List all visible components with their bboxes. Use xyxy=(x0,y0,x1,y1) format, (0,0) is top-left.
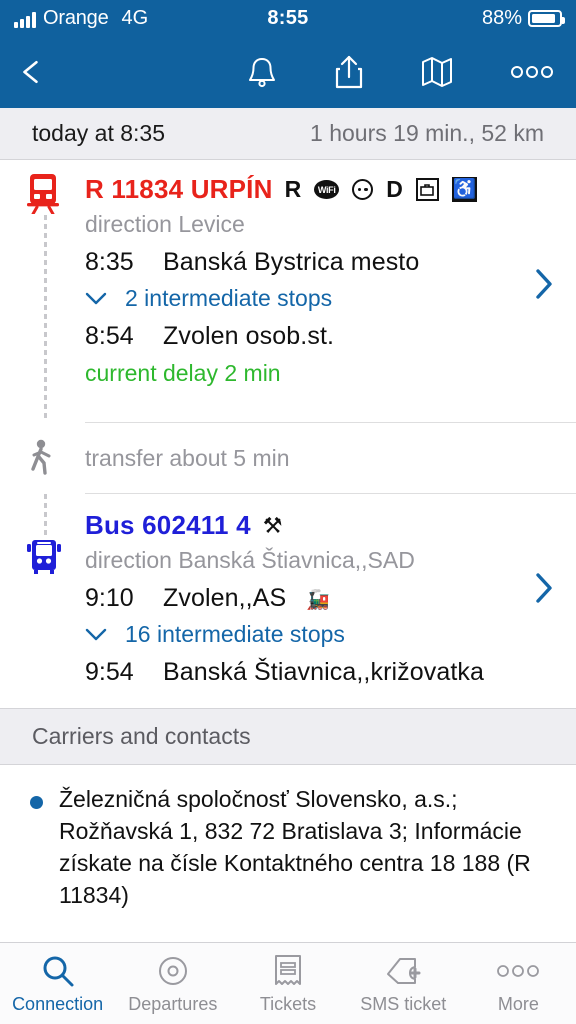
more-dots-icon xyxy=(496,953,540,989)
map-icon xyxy=(422,57,452,87)
train-departure-row: 8:35 Banská Bystrica mesto xyxy=(85,238,560,277)
chevron-down-icon xyxy=(85,628,107,641)
bus-departure-time: 9:10 xyxy=(85,584,134,612)
map-button[interactable] xyxy=(420,55,454,89)
segment-bus[interactable]: Bus 602411 4 ⚒ direction Banská Štiavnic… xyxy=(0,494,576,694)
dining-icon: D xyxy=(386,176,403,202)
status-bar: Orange 4G 8:55 88% xyxy=(0,0,576,36)
bottom-tab-bar: Connection Departures Tickets SMS ticket… xyxy=(0,942,576,1024)
search-icon xyxy=(41,953,75,989)
tab-tickets[interactable]: Tickets xyxy=(230,953,345,1015)
transfer-row: transfer about 5 min xyxy=(85,422,576,494)
share-icon xyxy=(335,55,363,89)
tab-departures[interactable]: Departures xyxy=(115,953,230,1015)
walking-icon xyxy=(24,438,58,478)
segment-train[interactable]: R 11834 URPÍN R WiFi D ♿ direction Levic… xyxy=(0,160,576,422)
train-line-header: R 11834 URPÍN R WiFi D ♿ xyxy=(85,160,560,205)
chevron-left-icon xyxy=(23,60,38,84)
train-current-delay: current delay 2 min xyxy=(85,360,281,386)
bus-intermediate-stops-label: 16 intermediate stops xyxy=(125,621,345,647)
bus-intermediate-stops-toggle[interactable]: 16 intermediate stops xyxy=(85,613,560,648)
bus-icon xyxy=(24,536,64,576)
bell-icon xyxy=(249,58,275,88)
network-type: 4G xyxy=(121,7,149,29)
tab-more[interactable]: More xyxy=(461,953,576,1015)
bus-amenities: ⚒ xyxy=(263,513,283,539)
journey-duration-distance: 1 hours 19 min., 52 km xyxy=(310,120,544,146)
train-icon xyxy=(24,172,62,214)
train-segment-disclosure-chevron[interactable] xyxy=(535,268,554,300)
tab-sms-ticket[interactable]: SMS ticket xyxy=(346,953,461,1015)
bus-line-header: Bus 602411 4 ⚒ xyxy=(85,494,560,541)
train-arrival-row: 8:54 Zvolen osob.st. xyxy=(85,312,560,351)
battery-percent: 88% xyxy=(481,6,522,29)
tab-connection-label: Connection xyxy=(12,993,104,1014)
navigation-actions xyxy=(246,54,558,90)
train-amenities: R WiFi D ♿ xyxy=(285,176,477,203)
train-departure-time: 8:35 xyxy=(85,248,134,276)
battery-icon xyxy=(528,9,565,27)
segment-transfer: transfer about 5 min xyxy=(0,422,576,494)
status-bar-right: 88% xyxy=(481,6,565,30)
more-icon xyxy=(511,66,553,78)
carrier-name: Orange xyxy=(43,7,109,29)
route-line-bus xyxy=(44,494,47,538)
journey-departure-label: today at 8:35 xyxy=(32,120,165,146)
carriers-section-header: Carriers and contacts xyxy=(0,708,576,765)
segment-gutter-train xyxy=(0,160,85,422)
bus-arrival-time: 9:54 xyxy=(85,658,134,686)
wheelchair-icon: ♿ xyxy=(451,177,477,202)
bullet-icon xyxy=(30,796,43,809)
bus-arrival-stop: Banská Štiavnica,,križovatka xyxy=(163,658,485,686)
tab-more-label: More xyxy=(497,993,539,1014)
wifi-icon: WiFi xyxy=(314,180,340,199)
bus-departure-stop: Zvolen,,AS xyxy=(163,584,287,612)
navigation-bar xyxy=(0,36,576,108)
suitcase-glyph xyxy=(420,183,435,196)
segment-body-train: R 11834 URPÍN R WiFi D ♿ direction Levic… xyxy=(85,160,576,422)
bus-line-name: Bus 602411 4 xyxy=(85,510,251,540)
segment-gutter-transfer xyxy=(0,422,85,494)
journey-detail-list: R 11834 URPÍN R WiFi D ♿ direction Levic… xyxy=(0,160,576,942)
tab-departures-label: Departures xyxy=(128,993,218,1014)
bus-departure-row: 9:10 Zvolen,,AS 🚂 xyxy=(85,574,560,613)
train-departure-stop: Banská Bystrica mesto xyxy=(163,248,420,276)
signal-strength-icon xyxy=(14,12,36,28)
carrier-contact-text: Železničná spoločnosť Slovensko, a.s.; R… xyxy=(59,786,531,908)
journey-summary-bar: today at 8:35 1 hours 19 min., 52 km xyxy=(0,108,576,160)
carriers-entry: Železničná spoločnosť Slovensko, a.s.; R… xyxy=(0,765,576,921)
tab-sms-ticket-label: SMS ticket xyxy=(360,993,447,1014)
app-screen: Orange 4G 8:55 88% today at 8:35 1 hours… xyxy=(0,0,576,1024)
train-direction: direction Levice xyxy=(85,211,245,237)
bus-segment-disclosure-chevron[interactable] xyxy=(535,572,554,604)
status-bar-left: Orange 4G xyxy=(14,8,148,28)
bus-arrival-row: 9:54 Banská Štiavnica,,križovatka xyxy=(85,648,560,687)
route-line xyxy=(44,206,47,422)
train-arrival-time: 8:54 xyxy=(85,322,134,350)
segment-gutter-bus xyxy=(0,494,85,694)
working-days-icon: ⚒ xyxy=(262,512,283,538)
back-button[interactable] xyxy=(18,59,44,85)
more-options-button[interactable] xyxy=(510,65,554,79)
share-button[interactable] xyxy=(334,54,364,90)
receipt-icon xyxy=(273,953,303,989)
train-intermediate-stops-toggle[interactable]: 2 intermediate stops xyxy=(85,277,560,312)
train-station-icon: 🚂 xyxy=(306,590,330,611)
power-socket-icon xyxy=(352,179,374,200)
ticket-plus-icon xyxy=(384,953,422,989)
train-arrival-stop: Zvolen osob.st. xyxy=(163,322,335,350)
clock-circle-icon xyxy=(156,953,190,989)
alerts-button[interactable] xyxy=(246,55,278,89)
tab-tickets-label: Tickets xyxy=(259,993,317,1014)
reservation-icon: R xyxy=(284,176,302,202)
chevron-down-icon xyxy=(85,292,107,305)
tab-connection[interactable]: Connection xyxy=(0,953,115,1015)
luggage-icon xyxy=(415,178,439,201)
train-line-name: R 11834 URPÍN xyxy=(85,174,273,204)
bus-direction: direction Banská Štiavnica,,SAD xyxy=(85,547,415,573)
segment-body-bus: Bus 602411 4 ⚒ direction Banská Štiavnic… xyxy=(85,494,576,694)
transfer-label: transfer about 5 min xyxy=(85,444,290,471)
train-intermediate-stops-label: 2 intermediate stops xyxy=(125,285,333,311)
